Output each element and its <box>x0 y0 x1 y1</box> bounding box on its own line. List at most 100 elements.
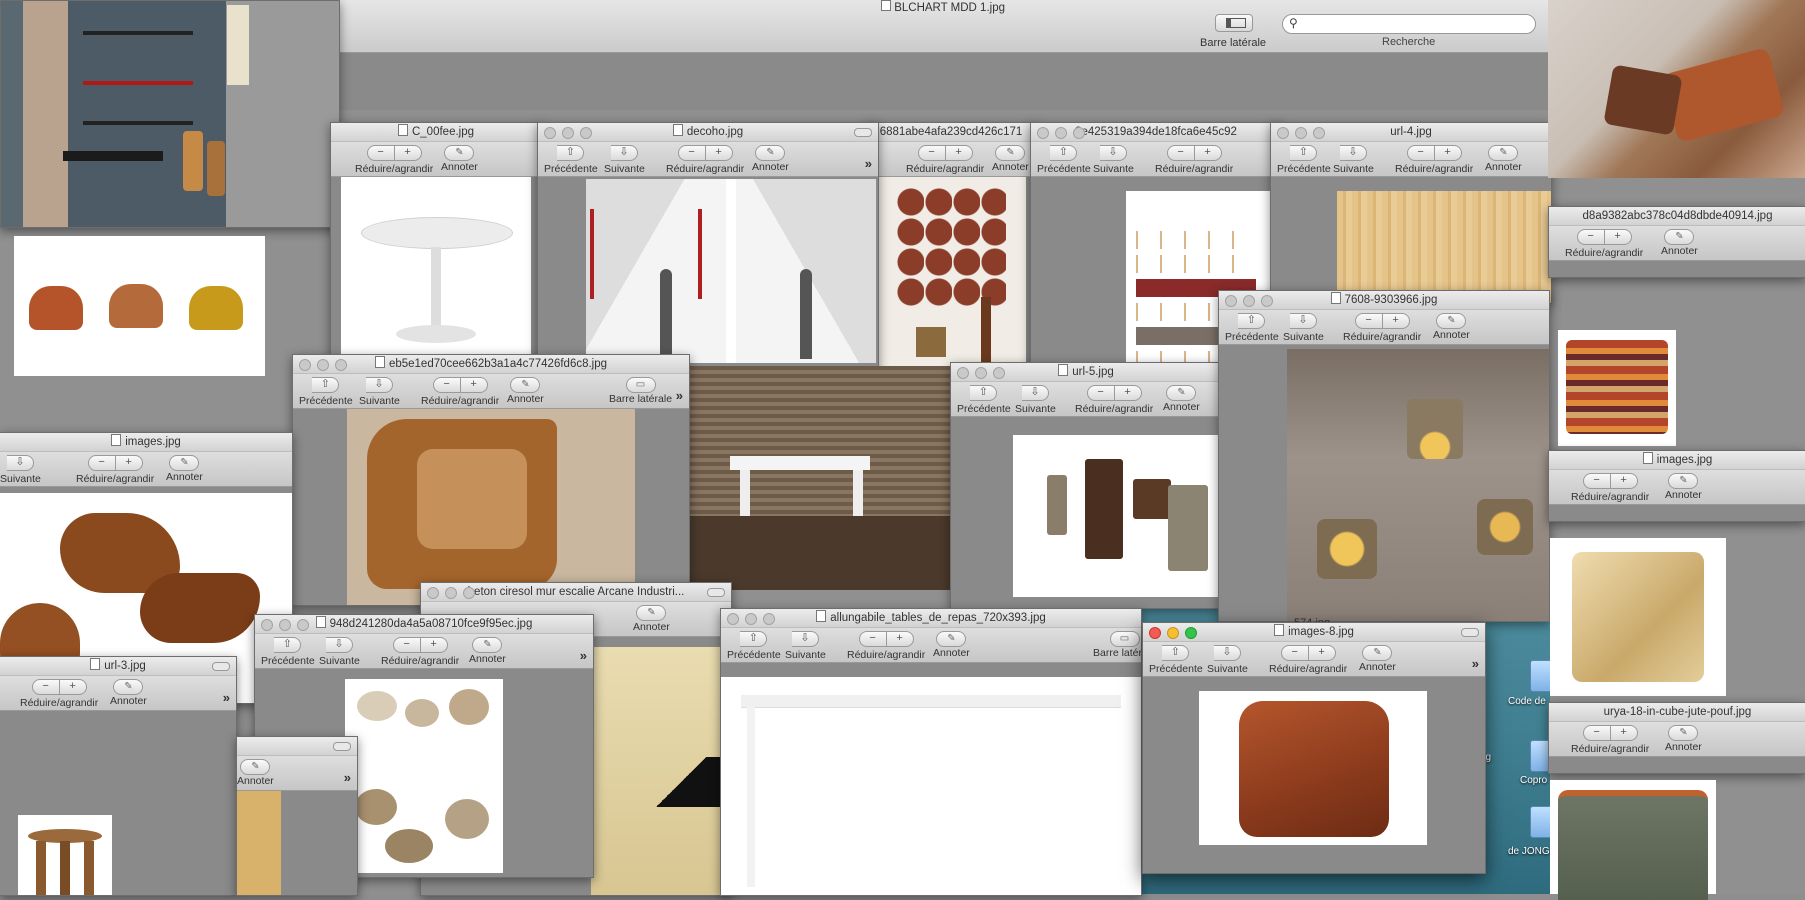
preview-window-7608[interactable]: 7608-9303966.jpg ⇧ Précédente ⇩ Suivante −… <box>1218 290 1550 622</box>
chevron-right-icon[interactable]: » <box>344 770 351 785</box>
annotate-pencil-icon[interactable]: ✎ <box>510 377 541 393</box>
sidebar-icon[interactable]: ▭ <box>625 377 656 393</box>
zoom-in-button[interactable]: + <box>1610 473 1638 489</box>
minimize-icon[interactable] <box>745 613 757 625</box>
maximize-icon[interactable] <box>1313 127 1325 139</box>
zoom-out-button[interactable]: − <box>858 631 887 647</box>
close-icon[interactable] <box>957 367 969 379</box>
zoom-in-button[interactable]: + <box>115 455 143 471</box>
search-input[interactable]: ⚲ <box>1282 14 1536 34</box>
close-icon[interactable] <box>1225 295 1237 307</box>
annotate-pencil-icon[interactable]: ✎ <box>1436 313 1467 329</box>
next-page-icon[interactable]: ⇩ <box>1339 145 1367 161</box>
toolbar-toggle[interactable] <box>854 128 872 137</box>
zoom-in-button[interactable]: + <box>945 145 973 161</box>
preview-window-eb5e1ed[interactable]: eb5e1ed70cee662b3a1a4c77426fd6c8.jpg ⇧ Pr… <box>292 354 690 606</box>
toolbar-toggle[interactable] <box>333 742 351 751</box>
maximize-icon[interactable] <box>580 127 592 139</box>
maximize-icon[interactable] <box>993 367 1005 379</box>
minimize-icon[interactable] <box>445 587 457 599</box>
zoom-out-button[interactable]: − <box>1280 645 1309 661</box>
preview-window-6881abe[interactable]: 6881abe4afa239cd426c171 − + Réduire/agrand… <box>865 122 1037 374</box>
zoom-in-button[interactable]: + <box>1434 145 1462 161</box>
annotate-pencil-icon[interactable]: ✎ <box>240 759 271 775</box>
annotate-pencil-icon[interactable]: ✎ <box>1668 725 1699 741</box>
zoom-in-button[interactable]: + <box>705 145 733 161</box>
annotate-pencil-icon[interactable]: ✎ <box>995 145 1026 161</box>
preview-window-images-right[interactable]: images.jpg − + Réduire/agrandir ✎ Annoter <box>1548 450 1805 522</box>
annotate-pencil-icon[interactable]: ✎ <box>1664 229 1695 245</box>
previous-page-icon[interactable]: ⇧ <box>1162 645 1190 661</box>
zoom-out-button[interactable]: − <box>677 145 706 161</box>
zoom-out-button[interactable]: − <box>1354 313 1383 329</box>
zoom-in-button[interactable]: + <box>886 631 914 647</box>
next-page-icon[interactable]: ⇩ <box>1021 385 1049 401</box>
minimize-icon[interactable] <box>279 619 291 631</box>
close-icon[interactable] <box>299 359 311 371</box>
zoom-out-button[interactable]: − <box>366 145 395 161</box>
preview-window-url4[interactable]: url-4.jpg ⇧ Précédente ⇩ Suivante − + Réduir… <box>1270 122 1552 304</box>
preview-window-images8[interactable]: images-8.jpg ⇧ Précédente ⇩ Suivante − + Réd… <box>1142 622 1486 874</box>
zoom-out-button[interactable]: − <box>1166 145 1195 161</box>
chevron-right-icon[interactable]: » <box>676 388 683 403</box>
minimize-icon[interactable] <box>1167 627 1179 639</box>
zoom-out-button[interactable]: − <box>1576 229 1605 245</box>
toolbar-toggle[interactable] <box>212 662 230 671</box>
zoom-out-button[interactable]: − <box>432 377 461 393</box>
close-icon[interactable] <box>261 619 273 631</box>
previous-page-icon[interactable]: ⇧ <box>970 385 998 401</box>
maximize-icon[interactable] <box>763 613 775 625</box>
minimize-icon[interactable] <box>1055 127 1067 139</box>
maximize-icon[interactable] <box>463 587 475 599</box>
previous-page-icon[interactable]: ⇧ <box>1290 145 1318 161</box>
chevron-right-icon[interactable]: » <box>865 156 872 171</box>
annotate-pencil-icon[interactable]: ✎ <box>1488 145 1519 161</box>
zoom-in-button[interactable]: + <box>420 637 448 653</box>
previous-page-icon[interactable]: ⇧ <box>557 145 585 161</box>
close-icon[interactable] <box>427 587 439 599</box>
zoom-out-button[interactable]: − <box>1582 725 1611 741</box>
annotate-pencil-icon[interactable]: ✎ <box>1166 385 1197 401</box>
preview-window-url3[interactable]: url-3.jpg − + Réduire/agrandir ✎ Annoter » <box>0 656 237 896</box>
annotate-pencil-icon[interactable]: ✎ <box>113 679 144 695</box>
zoom-in-button[interactable]: + <box>460 377 488 393</box>
close-icon[interactable] <box>1149 627 1161 639</box>
annotate-pencil-icon[interactable]: ✎ <box>755 145 786 161</box>
preview-window-urya[interactable]: urya-18-in-cube-jute-pouf.jpg − + Réduire/… <box>1548 702 1805 774</box>
zoom-out-button[interactable]: − <box>1406 145 1435 161</box>
zoom-in-button[interactable]: + <box>1114 385 1142 401</box>
close-icon[interactable] <box>1277 127 1289 139</box>
annotate-pencil-icon[interactable]: ✎ <box>169 455 200 471</box>
chevron-right-icon[interactable]: » <box>1472 656 1479 671</box>
chevron-right-icon[interactable]: » <box>223 690 230 705</box>
previous-page-icon[interactable]: ⇧ <box>1238 313 1266 329</box>
minimize-icon[interactable] <box>317 359 329 371</box>
preview-window-partial[interactable]: ✎ Annoter » <box>236 736 358 896</box>
zoom-in-button[interactable]: + <box>394 145 422 161</box>
zoom-in-button[interactable]: + <box>1194 145 1222 161</box>
annotate-pencil-icon[interactable]: ✎ <box>1668 473 1699 489</box>
preview-window-c00fee[interactable]: C_00fee.jpg − + Réduire/agrandir ✎ Annoter <box>330 122 542 364</box>
annotate-pencil-icon[interactable]: ✎ <box>1362 645 1393 661</box>
next-page-icon[interactable]: ⇩ <box>1099 145 1127 161</box>
zoom-out-button[interactable]: − <box>87 455 116 471</box>
next-page-icon[interactable]: ⇩ <box>610 145 638 161</box>
preview-window-url5[interactable]: url-5.jpg ⇧ Précédente ⇩ Suivante − + Réduir… <box>950 362 1222 609</box>
close-icon[interactable] <box>727 613 739 625</box>
toolbar-toggle[interactable] <box>707 588 725 597</box>
minimize-icon[interactable] <box>975 367 987 379</box>
zoom-out-button[interactable]: − <box>392 637 421 653</box>
previous-page-icon[interactable]: ⇧ <box>312 377 340 393</box>
chevron-right-icon[interactable]: » <box>580 648 587 663</box>
maximize-icon[interactable] <box>297 619 309 631</box>
zoom-out-button[interactable]: − <box>1086 385 1115 401</box>
sidebar-icon[interactable]: ▭ <box>1109 631 1140 647</box>
minimize-icon[interactable] <box>562 127 574 139</box>
zoom-in-button[interactable]: + <box>1604 229 1632 245</box>
preview-window-allungabile[interactable]: allungabile_tables_de_repas_720x393.jpg … <box>720 608 1142 896</box>
sidebar-toggle-button[interactable] <box>1215 14 1253 32</box>
annotate-pencil-icon[interactable]: ✎ <box>636 605 667 621</box>
next-page-icon[interactable]: ⇩ <box>1289 313 1317 329</box>
previous-page-icon[interactable]: ⇧ <box>274 637 302 653</box>
annotate-pencil-icon[interactable]: ✎ <box>444 145 475 161</box>
